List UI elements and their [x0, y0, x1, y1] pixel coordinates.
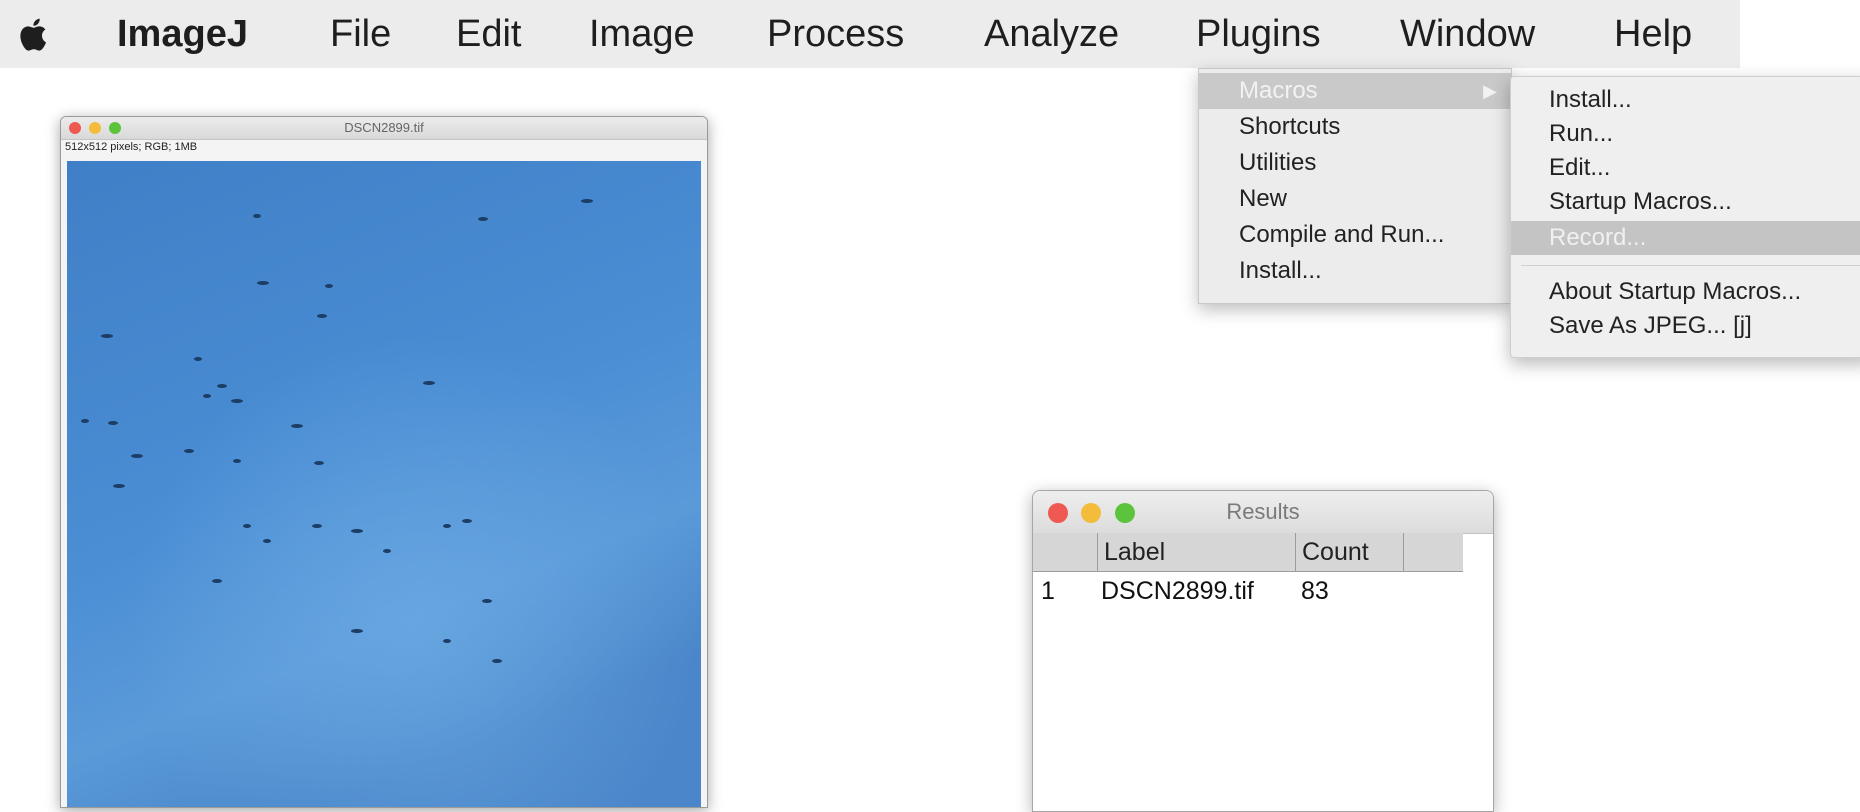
submenu-item-save-as-jpeg[interactable]: Save As JPEG... [j] — [1511, 309, 1860, 343]
menu-process[interactable]: Process — [767, 12, 904, 56]
column-header-label[interactable]: Label — [1097, 533, 1294, 571]
bird-speck — [492, 659, 502, 663]
submenu-item-run[interactable]: Run... — [1511, 117, 1860, 151]
menu-edit[interactable]: Edit — [456, 12, 521, 56]
bird-speck — [314, 461, 324, 465]
menu-imagej[interactable]: ImageJ — [117, 12, 248, 56]
bird-speck — [263, 539, 271, 543]
bird-speck — [231, 399, 243, 403]
bird-speck — [203, 394, 211, 398]
bird-speck — [257, 281, 269, 285]
row-label: DSCN2899.tif — [1101, 577, 1254, 605]
row-count: 83 — [1301, 577, 1329, 605]
dropdown-item-label: Macros — [1239, 77, 1318, 104]
bird-speck — [131, 454, 143, 458]
menu-help[interactable]: Help — [1614, 12, 1692, 56]
bird-speck — [443, 524, 451, 528]
image-info: 512x512 pixels; RGB; 1MB — [65, 141, 198, 153]
bird-speck — [351, 629, 363, 633]
submenu-item-install[interactable]: Install... — [1511, 83, 1860, 117]
menu-window[interactable]: Window — [1400, 12, 1535, 56]
apple-icon[interactable] — [12, 12, 56, 56]
bird-speck — [212, 579, 222, 583]
bird-speck — [194, 357, 202, 361]
image-window-title: DSCN2899.tif — [344, 120, 424, 135]
column-header-empty — [1403, 533, 1460, 571]
bird-speck — [101, 334, 113, 338]
image-window[interactable]: DSCN2899.tif 512x512 pixels; RGB; 1MB — [60, 116, 708, 808]
bird-speck — [291, 424, 303, 428]
menu-image[interactable]: Image — [589, 12, 695, 56]
dropdown-item-install[interactable]: Install... — [1199, 253, 1511, 289]
row-index: 1 — [1041, 577, 1055, 605]
dropdown-item-macros[interactable]: Macros ▶ — [1199, 73, 1511, 109]
submenu-item-edit[interactable]: Edit... — [1511, 151, 1860, 185]
results-window[interactable]: Results Label Count 1 DSCN2899.tif 83 — [1032, 490, 1494, 812]
results-title: Results — [1226, 499, 1300, 524]
submenu-arrow-icon: ▶ — [1483, 81, 1497, 101]
bird-speck — [383, 549, 391, 553]
plugins-dropdown: Macros ▶ Shortcuts Utilities New Compile… — [1198, 68, 1512, 304]
bird-speck — [581, 199, 593, 203]
bird-speck — [482, 599, 492, 603]
bird-speck — [233, 459, 241, 463]
results-table-header: Label Count — [1033, 533, 1463, 572]
bird-speck — [184, 449, 194, 453]
menu-plugins[interactable]: Plugins — [1196, 12, 1321, 56]
image-window-titlebar[interactable]: DSCN2899.tif — [61, 117, 707, 140]
bird-speck — [462, 519, 472, 523]
submenu-separator — [1521, 265, 1860, 266]
bird-speck — [217, 384, 227, 388]
dropdown-item-compile-and-run[interactable]: Compile and Run... — [1199, 217, 1511, 253]
menu-file[interactable]: File — [330, 12, 391, 56]
dropdown-item-utilities[interactable]: Utilities — [1199, 145, 1511, 181]
bird-speck — [351, 529, 363, 533]
column-header-count[interactable]: Count — [1295, 533, 1402, 571]
bird-speck — [253, 214, 261, 218]
results-titlebar[interactable]: Results — [1033, 491, 1493, 534]
bird-speck — [423, 381, 435, 385]
menu-bar: ImageJ File Edit Image Process Analyze P… — [0, 0, 1740, 68]
dropdown-item-shortcuts[interactable]: Shortcuts — [1199, 109, 1511, 145]
menu-analyze[interactable]: Analyze — [984, 12, 1119, 56]
submenu-item-about-startup-macros[interactable]: About Startup Macros... — [1511, 275, 1860, 309]
bird-speck — [312, 524, 322, 528]
dropdown-item-new[interactable]: New — [1199, 181, 1511, 217]
bird-speck — [478, 217, 488, 221]
submenu-item-startup-macros[interactable]: Startup Macros... — [1511, 185, 1860, 219]
bird-speck — [317, 314, 327, 318]
image-canvas[interactable] — [67, 161, 701, 807]
submenu-item-record[interactable]: Record... — [1511, 221, 1860, 255]
bird-speck — [81, 419, 89, 423]
bird-speck — [108, 421, 118, 425]
bird-speck — [243, 524, 251, 528]
macros-submenu: Install... Run... Edit... Startup Macros… — [1510, 76, 1860, 358]
bird-speck — [325, 284, 333, 288]
bird-speck — [443, 639, 451, 643]
bird-speck — [113, 484, 125, 488]
